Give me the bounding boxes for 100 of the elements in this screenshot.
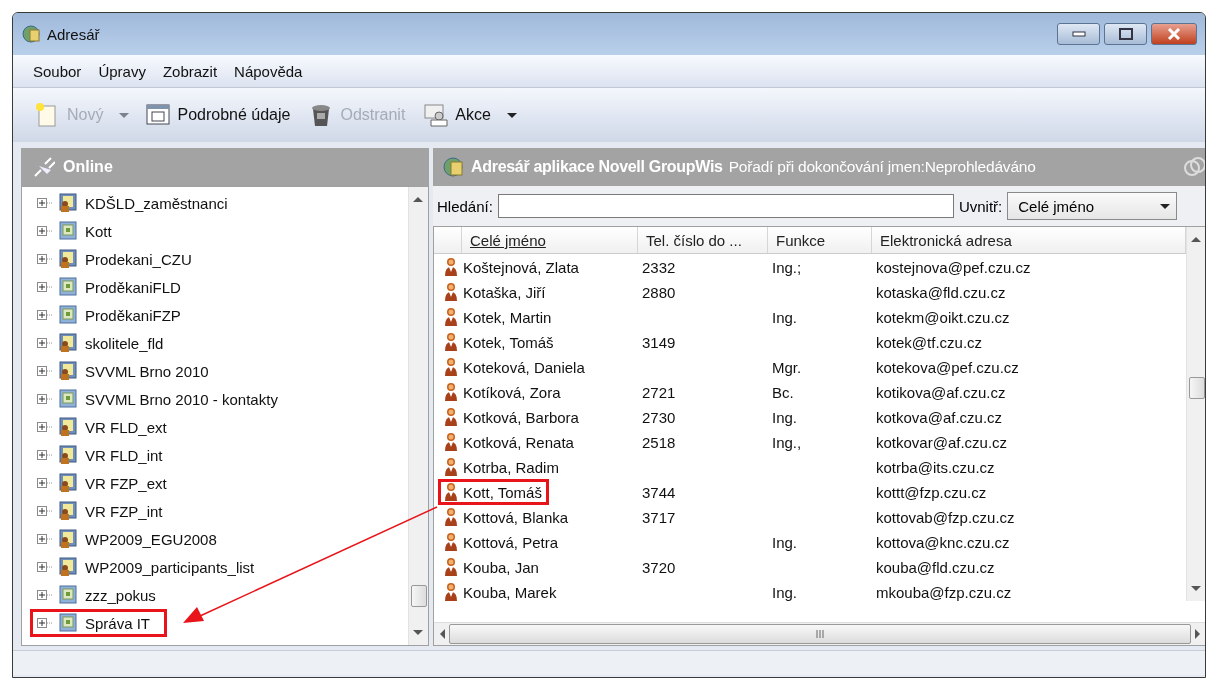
contact-name[interactable]: Kotková, Renata <box>463 433 574 451</box>
email-address: kotikova@af.czu.cz <box>876 383 1006 401</box>
scroll-up-arrow-icon <box>1191 237 1201 242</box>
job-title: Ing. <box>772 308 798 326</box>
close-button[interactable] <box>1151 23 1197 45</box>
menu-item[interactable]: Soubor <box>25 60 91 82</box>
expand-icon[interactable] <box>37 478 53 488</box>
person-icon <box>443 382 459 402</box>
toolbar-button[interactable]: Akce <box>419 100 495 130</box>
address-book-people-icon <box>57 417 77 437</box>
toolbar-button[interactable]: Podrobné údaje <box>141 100 295 130</box>
pane-title: Adresář aplikace Novell GroupWis <box>471 158 723 176</box>
tree-item[interactable]: VR FLD_int <box>81 445 167 465</box>
expand-icon[interactable] <box>37 562 53 572</box>
email-address: kotkova@af.czu.cz <box>876 408 1003 426</box>
expand-icon[interactable] <box>37 618 53 628</box>
contact-name[interactable]: Kouba, Marek <box>463 583 557 601</box>
expand-icon[interactable] <box>37 450 53 460</box>
tree-item[interactable]: KDŠLD_zaměstnanci <box>81 193 232 213</box>
globe-book-icon <box>443 156 465 178</box>
email-address: kottt@fzp.czu.cz <box>876 483 987 501</box>
menu-item[interactable]: Úpravy <box>90 60 155 82</box>
tree-item[interactable]: ProděkaniFLD <box>81 277 185 297</box>
expand-icon[interactable] <box>37 422 53 432</box>
expand-icon[interactable] <box>37 366 53 376</box>
scroll-thumb[interactable] <box>411 585 427 607</box>
tree-item[interactable]: WP2009_participants_list <box>81 557 259 577</box>
expand-icon[interactable] <box>37 226 53 236</box>
menu-item[interactable]: Nápověda <box>226 60 312 82</box>
job-title: Ing., <box>772 433 802 451</box>
tree-item[interactable]: VR FZP_ext <box>81 473 171 493</box>
person-icon <box>443 507 459 527</box>
minimize-icon <box>1071 31 1086 37</box>
tree-item[interactable]: VR FLD_ext <box>81 417 171 437</box>
menu-item[interactable]: Zobrazit <box>154 60 227 82</box>
address-book-icon <box>57 389 77 409</box>
person-icon <box>443 432 459 452</box>
address-book-people-icon <box>57 473 77 493</box>
caret-icon <box>119 112 130 118</box>
tree-item[interactable]: skolitele_fld <box>81 333 168 353</box>
search-field[interactable] <box>497 194 954 218</box>
maximize-button[interactable] <box>1104 23 1147 45</box>
contact-name[interactable]: Kotrba, Radim <box>463 458 559 476</box>
job-title: Ing. <box>772 533 798 551</box>
expand-icon[interactable] <box>37 282 53 292</box>
tree-item[interactable]: WP2009_EGU2008 <box>81 529 221 549</box>
contact-name[interactable]: Koštejnová, Zlata <box>463 258 579 276</box>
vertical-scrollbar[interactable] <box>408 187 428 645</box>
person-icon <box>443 582 459 602</box>
address-book-people-icon <box>57 501 77 521</box>
contact-name[interactable]: Kotaška, Jiří <box>463 283 546 301</box>
tree-item[interactable]: Kott <box>81 221 116 241</box>
tree-item[interactable]: SVVML Brno 2010 - kontakty <box>81 389 282 409</box>
person-icon <box>443 332 459 352</box>
scope-dropdown[interactable]: Celé jméno <box>1007 192 1178 220</box>
address-book-people-icon <box>57 249 77 269</box>
expand-icon[interactable] <box>37 506 53 516</box>
job-title: Ing.; <box>772 258 802 276</box>
expand-icon[interactable] <box>37 394 53 404</box>
contact-name[interactable]: Kouba, Jan <box>463 558 539 576</box>
scroll-right-arrow-icon <box>1195 629 1200 639</box>
tree-item[interactable]: zzz_pokus <box>81 585 160 605</box>
column-header[interactable]: Celé jméno <box>462 227 638 253</box>
tree-item[interactable]: SVVML Brno 2010 <box>81 361 213 381</box>
vertical-scrollbar[interactable] <box>1186 227 1205 601</box>
tree-item[interactable]: Prodekani_CZU <box>81 249 196 269</box>
expand-icon[interactable] <box>37 254 53 264</box>
tree-item[interactable]: ProděkaniFZP <box>81 305 185 325</box>
column-header[interactable]: Funkce <box>768 227 872 253</box>
contact-name[interactable]: Kottová, Blanka <box>463 508 569 526</box>
email-address: kouba@fld.czu.cz <box>876 558 995 576</box>
scroll-thumb[interactable] <box>449 624 1191 644</box>
expand-icon[interactable] <box>37 338 53 348</box>
details-window-icon <box>145 102 172 128</box>
caret-icon <box>1160 203 1171 209</box>
contact-name[interactable]: Kottová, Petra <box>463 533 559 551</box>
grip-icon <box>816 630 824 638</box>
circles-icon <box>1183 156 1205 178</box>
horizontal-scrollbar[interactable] <box>434 622 1205 645</box>
contact-name[interactable]: Kotíková, Zora <box>463 383 561 401</box>
expand-icon[interactable] <box>37 534 53 544</box>
contact-name[interactable]: Kott, Tomáš <box>463 483 542 501</box>
minimize-button[interactable] <box>1057 23 1100 45</box>
address-book-people-icon <box>57 333 77 353</box>
expand-icon[interactable] <box>37 590 53 600</box>
contact-name[interactable]: Kotková, Barbora <box>463 408 579 426</box>
tree-item[interactable]: VR FZP_int <box>81 501 167 521</box>
scroll-thumb[interactable] <box>1189 377 1205 399</box>
phone-number: 3717 <box>642 508 676 526</box>
plug-icon <box>33 156 55 178</box>
contact-name[interactable]: Koteková, Daniela <box>463 358 585 376</box>
contact-name[interactable]: Kotek, Martin <box>463 308 552 326</box>
phone-number: 3149 <box>642 333 676 351</box>
email-address: kotek@tf.czu.cz <box>876 333 983 351</box>
expand-icon[interactable] <box>37 310 53 320</box>
scroll-down-arrow-icon <box>1191 586 1201 591</box>
expand-icon[interactable] <box>37 198 53 208</box>
column-header[interactable]: Tel. číslo do ... <box>638 227 768 253</box>
tree-item[interactable]: Správa IT <box>81 613 155 633</box>
contact-name[interactable]: Kotek, Tomáš <box>463 333 554 351</box>
